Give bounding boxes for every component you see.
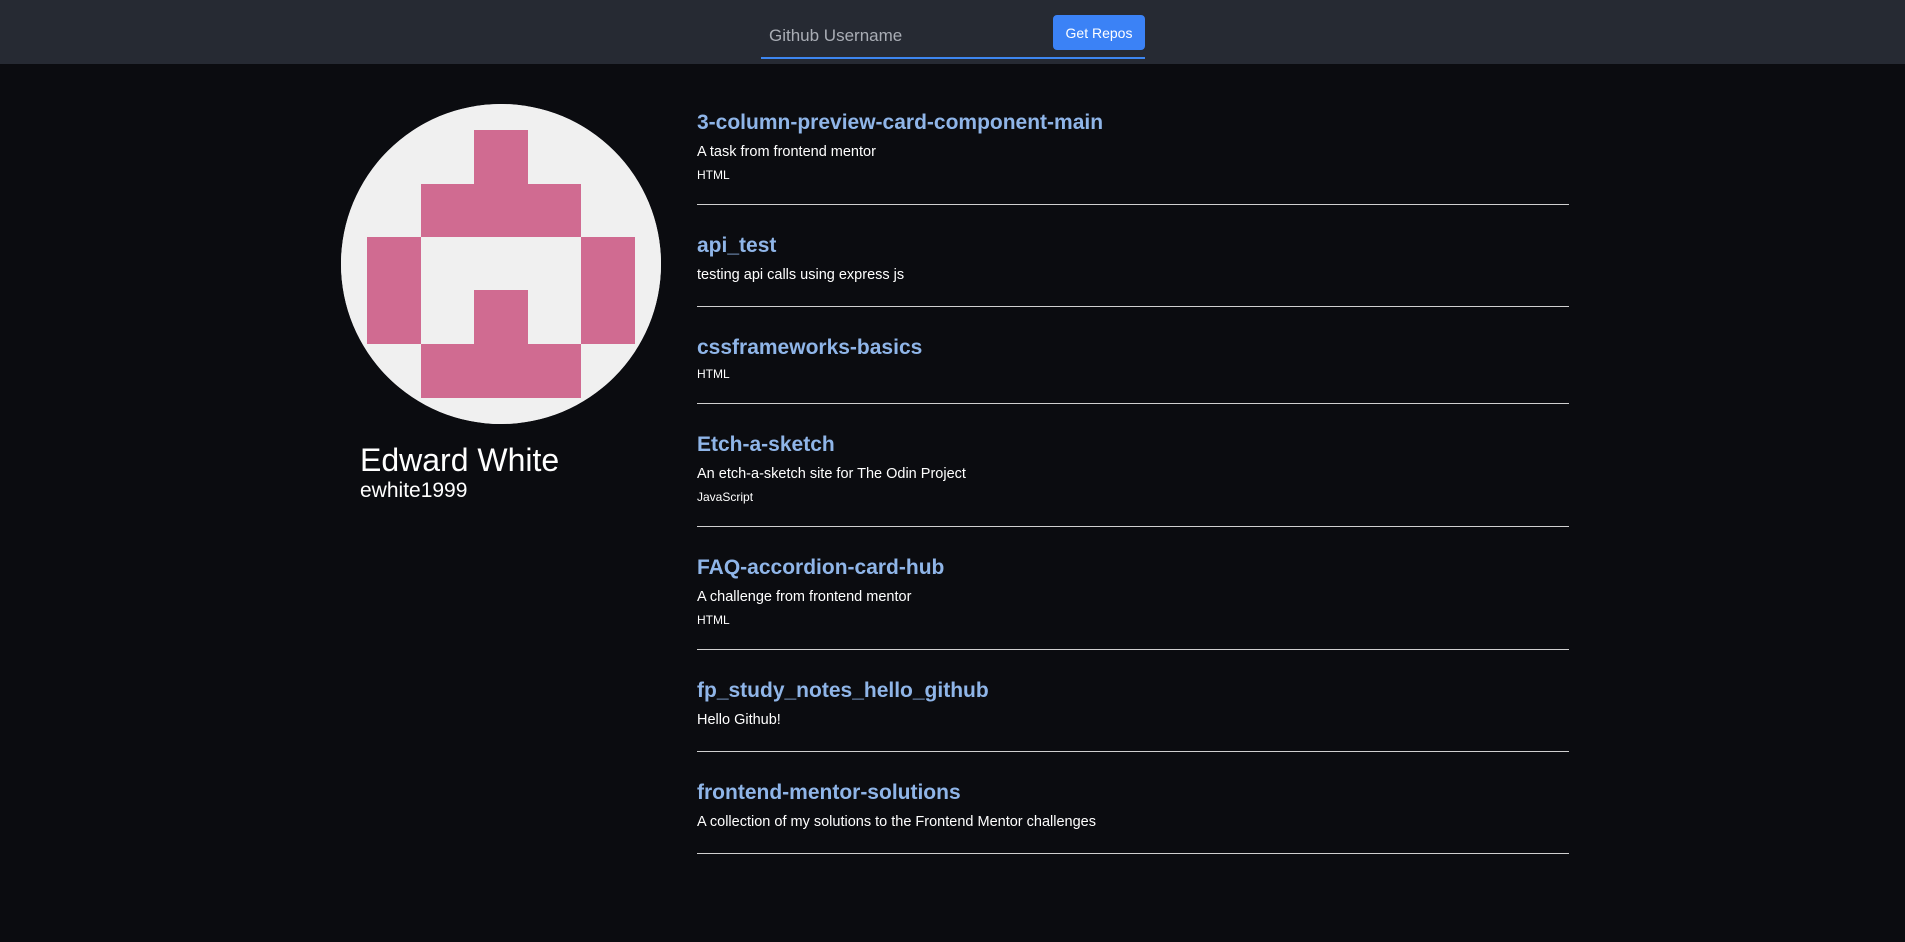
repo-description: A challenge from frontend mentor	[697, 589, 912, 605]
repo-item: 3-column-preview-card-component-main A t…	[697, 100, 1569, 205]
profile-name: Edward White	[360, 442, 560, 478]
repo-language: HTML	[697, 168, 730, 182]
repo-description: A task from frontend mentor	[697, 144, 876, 160]
repo-link[interactable]: api_test	[697, 234, 1569, 258]
github-username-input[interactable]	[761, 14, 1051, 57]
identicon-icon	[341, 104, 661, 424]
repo-link[interactable]: frontend-mentor-solutions	[697, 781, 1569, 805]
repo-list: 3-column-preview-card-component-main A t…	[697, 100, 1569, 872]
repo-link[interactable]: 3-column-preview-card-component-main	[697, 111, 1569, 135]
repo-link[interactable]: FAQ-accordion-card-hub	[697, 556, 1569, 580]
repo-item: FAQ-accordion-card-hub A challenge from …	[697, 545, 1569, 650]
avatar	[341, 104, 661, 424]
repo-language: JavaScript	[697, 490, 754, 504]
repo-link[interactable]: fp_study_notes_hello_github	[697, 679, 1569, 703]
repo-item: cssframeworks-basics HTML	[697, 325, 1569, 404]
repo-item: frontend-mentor-solutions A collection o…	[697, 770, 1569, 854]
profile-username: ewhite1999	[360, 479, 468, 502]
profile-panel: Edward White ewhite1999	[341, 104, 661, 504]
repo-language: HTML	[697, 367, 730, 381]
repo-item: Etch-a-sketch An etch-a-sketch site for …	[697, 422, 1569, 527]
repo-description: An etch-a-sketch site for The Odin Proje…	[697, 466, 966, 482]
repo-link[interactable]: cssframeworks-basics	[697, 336, 1569, 360]
repo-description: Hello Github!	[697, 712, 781, 728]
repo-link[interactable]: Etch-a-sketch	[697, 433, 1569, 457]
top-bar: Get Repos	[0, 0, 1905, 64]
get-repos-button[interactable]: Get Repos	[1053, 15, 1145, 50]
repo-item: api_test testing api calls using express…	[697, 223, 1569, 307]
repo-description: testing api calls using express js	[697, 267, 905, 283]
repo-item: fp_study_notes_hello_github Hello Github…	[697, 668, 1569, 752]
repo-language: HTML	[697, 613, 730, 627]
repo-description: A collection of my solutions to the Fron…	[697, 814, 1096, 830]
